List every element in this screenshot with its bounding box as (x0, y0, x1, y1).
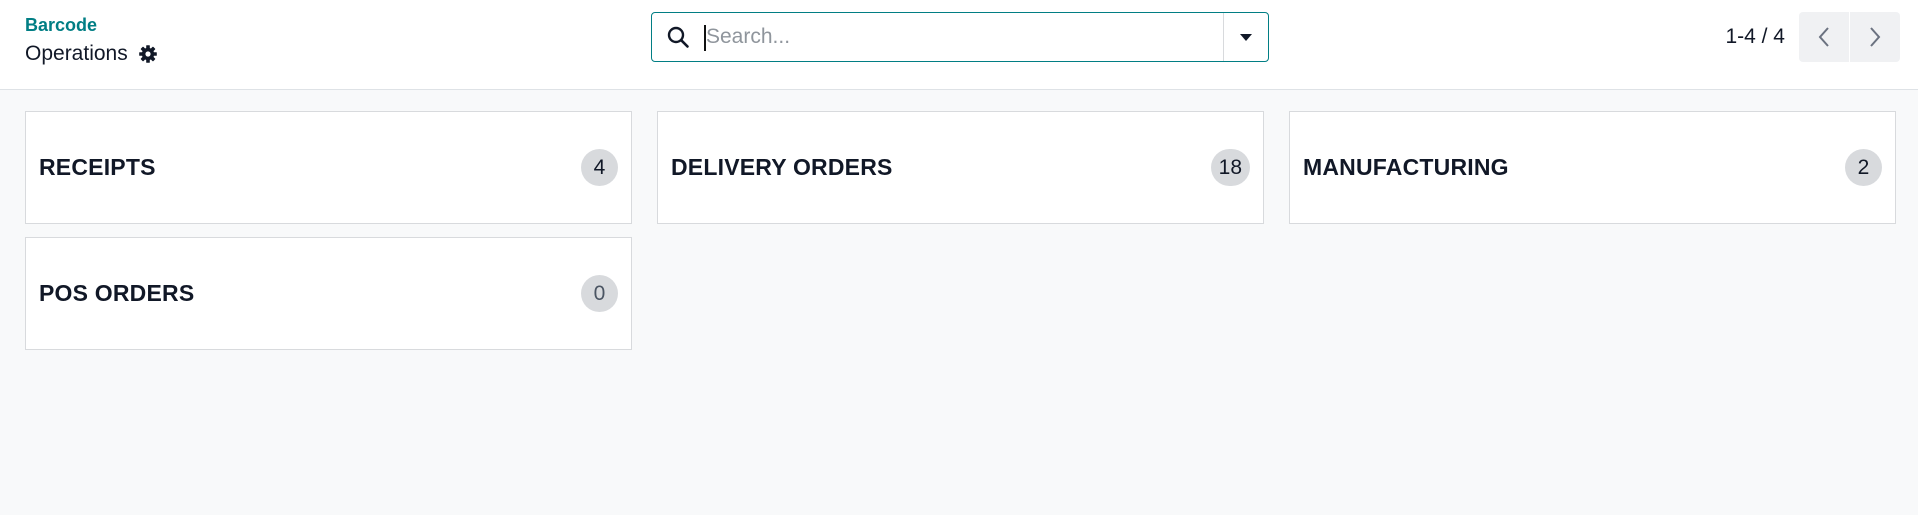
pager-next-button[interactable] (1850, 12, 1900, 62)
control-panel: Barcode Operations Search... 1-4 / 4 (0, 0, 1918, 90)
text-cursor (704, 25, 706, 51)
search-input[interactable] (704, 13, 1223, 61)
page-title: Operations (25, 42, 128, 65)
search-bar (651, 12, 1269, 62)
count-badge: 0 (581, 275, 618, 312)
count-badge: 18 (1210, 149, 1250, 186)
pager: 1-4 / 4 (1725, 12, 1900, 62)
count-badge: 4 (581, 149, 618, 186)
operation-card-receipts[interactable]: RECEIPTS 4 (25, 111, 632, 224)
breadcrumb: Barcode Operations (25, 14, 158, 66)
search-icon[interactable] (652, 13, 704, 61)
operation-card-pos-orders[interactable]: POS ORDERS 0 (25, 237, 632, 350)
breadcrumb-parent-link[interactable]: Barcode (25, 14, 158, 36)
operation-card-delivery-orders[interactable]: DELIVERY ORDERS 18 (657, 111, 1264, 224)
search-options-toggle[interactable] (1223, 13, 1268, 61)
card-title: DELIVERY ORDERS (671, 154, 893, 180)
breadcrumb-current-row: Operations (25, 42, 158, 66)
card-title: MANUFACTURING (1303, 154, 1509, 180)
caret-down-icon (1240, 33, 1252, 41)
card-title: POS ORDERS (39, 280, 195, 306)
card-title: RECEIPTS (39, 154, 156, 180)
pager-previous-button[interactable] (1799, 12, 1849, 62)
chevron-right-icon (1870, 27, 1881, 47)
operation-card-manufacturing[interactable]: MANUFACTURING 2 (1289, 111, 1896, 224)
pager-value[interactable]: 1-4 / 4 (1725, 25, 1785, 49)
gear-icon[interactable] (138, 44, 158, 64)
count-badge: 2 (1845, 149, 1882, 186)
chevron-left-icon (1818, 27, 1829, 47)
